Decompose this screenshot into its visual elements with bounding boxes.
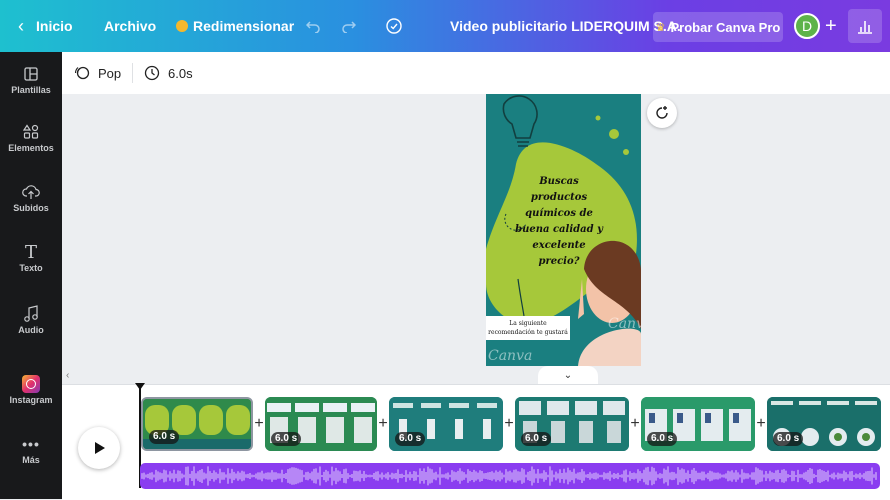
add-clip-icon[interactable]: + [755,416,767,432]
timeline: 6.0 s + 6.0 s + 6.0 s + 6.0 s + 6.0 s + … [62,383,890,500]
resize-button[interactable]: Redimensionar [176,0,294,52]
timeline-clip[interactable]: 6.0 s [265,397,377,451]
animation-label: Pop [98,65,122,81]
more-icon: ••• [22,436,40,452]
animation-icon [74,66,90,80]
add-clip-icon[interactable]: + [629,416,641,432]
bar-chart-icon [858,21,872,34]
design-caption-box[interactable]: La siguiente recomendación te gustará [486,316,570,340]
clip-duration: 6.0 s [773,432,804,446]
sidebar-item-label: Elementos [8,143,54,153]
crown-icon [176,20,188,32]
play-icon [95,442,105,454]
sidebar-item-text[interactable]: T Texto [0,230,62,284]
refresh-icon [656,106,668,119]
toolbar-divider [132,63,133,83]
scroll-left-arrow-icon[interactable]: ‹ [66,370,69,381]
audio-icon [23,303,39,325]
elements-icon [23,121,39,143]
timeline-clip[interactable]: 6.0 s [641,397,755,451]
cloud-saved-icon[interactable] [386,0,402,52]
resize-label: Redimensionar [193,18,295,34]
upload-icon [22,181,40,203]
text-icon: T [24,241,37,263]
timeline-clip[interactable]: 6.0 s [389,397,503,451]
duration-button[interactable]: 6.0s [144,52,193,94]
sidebar-item-instagram[interactable]: Instagram [0,362,62,416]
sidebar-item-audio[interactable]: Audio [0,292,62,346]
collapse-timeline-button[interactable]: ⌄ [538,366,598,384]
chevron-left-icon: ‹ [18,15,24,36]
editor-toolbar: Pop 6.0s [62,52,890,95]
sidebar-item-label: Plantillas [11,85,51,95]
sidebar-item-label: Más [22,455,40,465]
design-headline[interactable]: Buscas productos químicos de buena calid… [514,174,604,270]
animation-button[interactable]: Pop [74,52,121,94]
design-watermark: Canva [488,348,533,364]
sidebar-item-label: Texto [19,263,43,273]
home-label: Inicio [36,18,73,34]
templates-icon [23,63,39,85]
play-button[interactable] [78,427,120,469]
instagram-icon [22,373,40,395]
editor-canvas: Buscas productos químicos de buena calid… [62,94,890,384]
clip-duration: 6.0 s [149,430,180,444]
avatar[interactable]: D [794,13,820,39]
try-pro-label: Probar Canva Pro [670,19,781,35]
crown-icon: ♛ [655,21,666,34]
add-clip-icon[interactable]: + [253,416,265,432]
document-title[interactable]: Video publicitario LIDERQUIM S.A. [450,0,681,52]
add-clip-icon[interactable]: + [503,416,515,432]
sidebar-item-label: Audio [18,325,44,335]
undo-icon[interactable] [306,0,320,52]
chevron-down-icon: ⌄ [563,369,573,381]
timeline-clip[interactable]: 6.0 s [515,397,629,451]
design-watermark: Canva [608,316,641,332]
sidebar-item-uploads[interactable]: Subidos [0,170,62,224]
top-bar: ‹ Inicio Archivo Redimensionar Video pub… [0,0,890,52]
design-caption: La siguiente recomendación te gustará [488,320,568,336]
clip-duration: 6.0 s [647,432,678,446]
audio-track[interactable] [140,463,880,489]
audio-waveform [141,466,877,486]
home-button[interactable]: ‹ Inicio [18,0,73,52]
clip-duration: 6.0 s [395,432,426,446]
try-pro-button[interactable]: ♛ Probar Canva Pro [653,12,783,42]
design-page[interactable]: Buscas productos químicos de buena calid… [486,94,641,366]
clip-duration: 6.0 s [521,432,552,446]
file-menu-button[interactable]: Archivo [104,0,156,52]
sidebar-item-elements[interactable]: Elementos [0,110,62,164]
redo-icon[interactable] [342,0,356,52]
add-clip-icon[interactable]: + [377,416,389,432]
refresh-button[interactable] [647,98,677,128]
side-panel: Plantillas Elementos Subidos T Texto Aud… [0,52,62,499]
timeline-clip[interactable]: 6.0 s [767,397,881,451]
timeline-clip[interactable]: 6.0 s [141,397,253,451]
sidebar-item-label: Instagram [9,395,53,405]
clock-icon [144,65,160,81]
insights-button[interactable] [848,9,882,43]
sidebar-item-more[interactable]: ••• Más [0,422,62,476]
add-member-button[interactable]: + [825,0,837,52]
sidebar-item-label: Subidos [13,203,49,213]
sidebar-item-templates[interactable]: Plantillas [0,52,62,106]
duration-label: 6.0s [168,65,193,81]
clip-duration: 6.0 s [271,432,302,446]
